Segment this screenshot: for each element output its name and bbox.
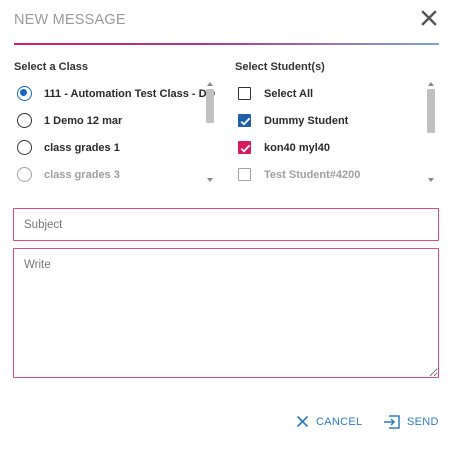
radio-icon[interactable] <box>17 167 32 182</box>
class-section-label: Select a Class <box>14 61 88 73</box>
cancel-button[interactable]: CANCEL <box>296 415 362 428</box>
class-option[interactable]: class grades 3 <box>14 161 218 184</box>
radio-icon[interactable] <box>17 113 32 128</box>
student-option[interactable]: Test Student#4200 <box>235 161 439 184</box>
class-option[interactable]: 111 - Automation Test Class - DO NOT TOU… <box>14 80 218 107</box>
class-option[interactable]: 1 Demo 12 mar <box>14 107 218 134</box>
scroll-up-arrow-icon[interactable] <box>207 82 213 86</box>
cancel-button-label: CANCEL <box>316 415 363 428</box>
student-option-label: kon40 myl40 <box>264 141 331 154</box>
checkbox-icon[interactable] <box>238 87 251 100</box>
class-option-label: 1 Demo 12 mar <box>44 114 123 127</box>
scrollbar-thumb[interactable] <box>206 89 214 123</box>
message-body-textarea[interactable] <box>13 248 439 378</box>
class-option-label: 111 - Automation Test Class - DO NOT TOU… <box>44 87 218 100</box>
student-option[interactable]: Dummy Student <box>235 107 439 134</box>
student-list-scrollbar[interactable] <box>426 80 436 184</box>
scroll-up-arrow-icon[interactable] <box>428 82 434 86</box>
close-icon <box>421 10 437 26</box>
student-option-select-all[interactable]: Select All <box>235 80 439 107</box>
checkbox-checked-icon[interactable] <box>238 114 251 127</box>
checkbox-checked-icon[interactable] <box>238 141 251 154</box>
class-list-scrollbar[interactable] <box>205 80 215 184</box>
subject-input[interactable] <box>13 208 439 241</box>
close-button[interactable] <box>420 9 438 27</box>
send-icon <box>384 415 400 429</box>
send-button-label: SEND <box>407 416 439 428</box>
send-button[interactable]: SEND <box>383 415 439 429</box>
dialog-title: NEW MESSAGE <box>14 12 126 28</box>
student-option-label: Select All <box>264 87 314 100</box>
x-icon <box>296 415 309 428</box>
radio-icon[interactable] <box>17 140 32 155</box>
scroll-down-arrow-icon[interactable] <box>207 178 213 182</box>
class-list: 111 - Automation Test Class - DO NOT TOU… <box>14 80 218 184</box>
student-option[interactable]: kon40 myl40 <box>235 134 439 161</box>
class-option[interactable]: class grades 1 <box>14 134 218 161</box>
header-accent-line <box>14 43 439 45</box>
radio-selected-icon[interactable] <box>17 86 32 101</box>
class-option-label: class grades 3 <box>44 168 120 181</box>
student-option-label: Dummy Student <box>264 114 349 127</box>
scroll-down-arrow-icon[interactable] <box>428 178 434 182</box>
new-message-dialog: NEW MESSAGE Select a Class Select Studen… <box>0 0 450 451</box>
students-section-label: Select Student(s) <box>235 61 325 73</box>
scrollbar-thumb[interactable] <box>427 89 435 133</box>
student-list: Select All Dummy Student kon40 myl40 Tes… <box>235 80 439 184</box>
student-option-label: Test Student#4200 <box>264 168 361 181</box>
dialog-header: NEW MESSAGE <box>14 0 439 44</box>
class-option-label: class grades 1 <box>44 141 120 154</box>
checkbox-icon[interactable] <box>238 168 251 181</box>
